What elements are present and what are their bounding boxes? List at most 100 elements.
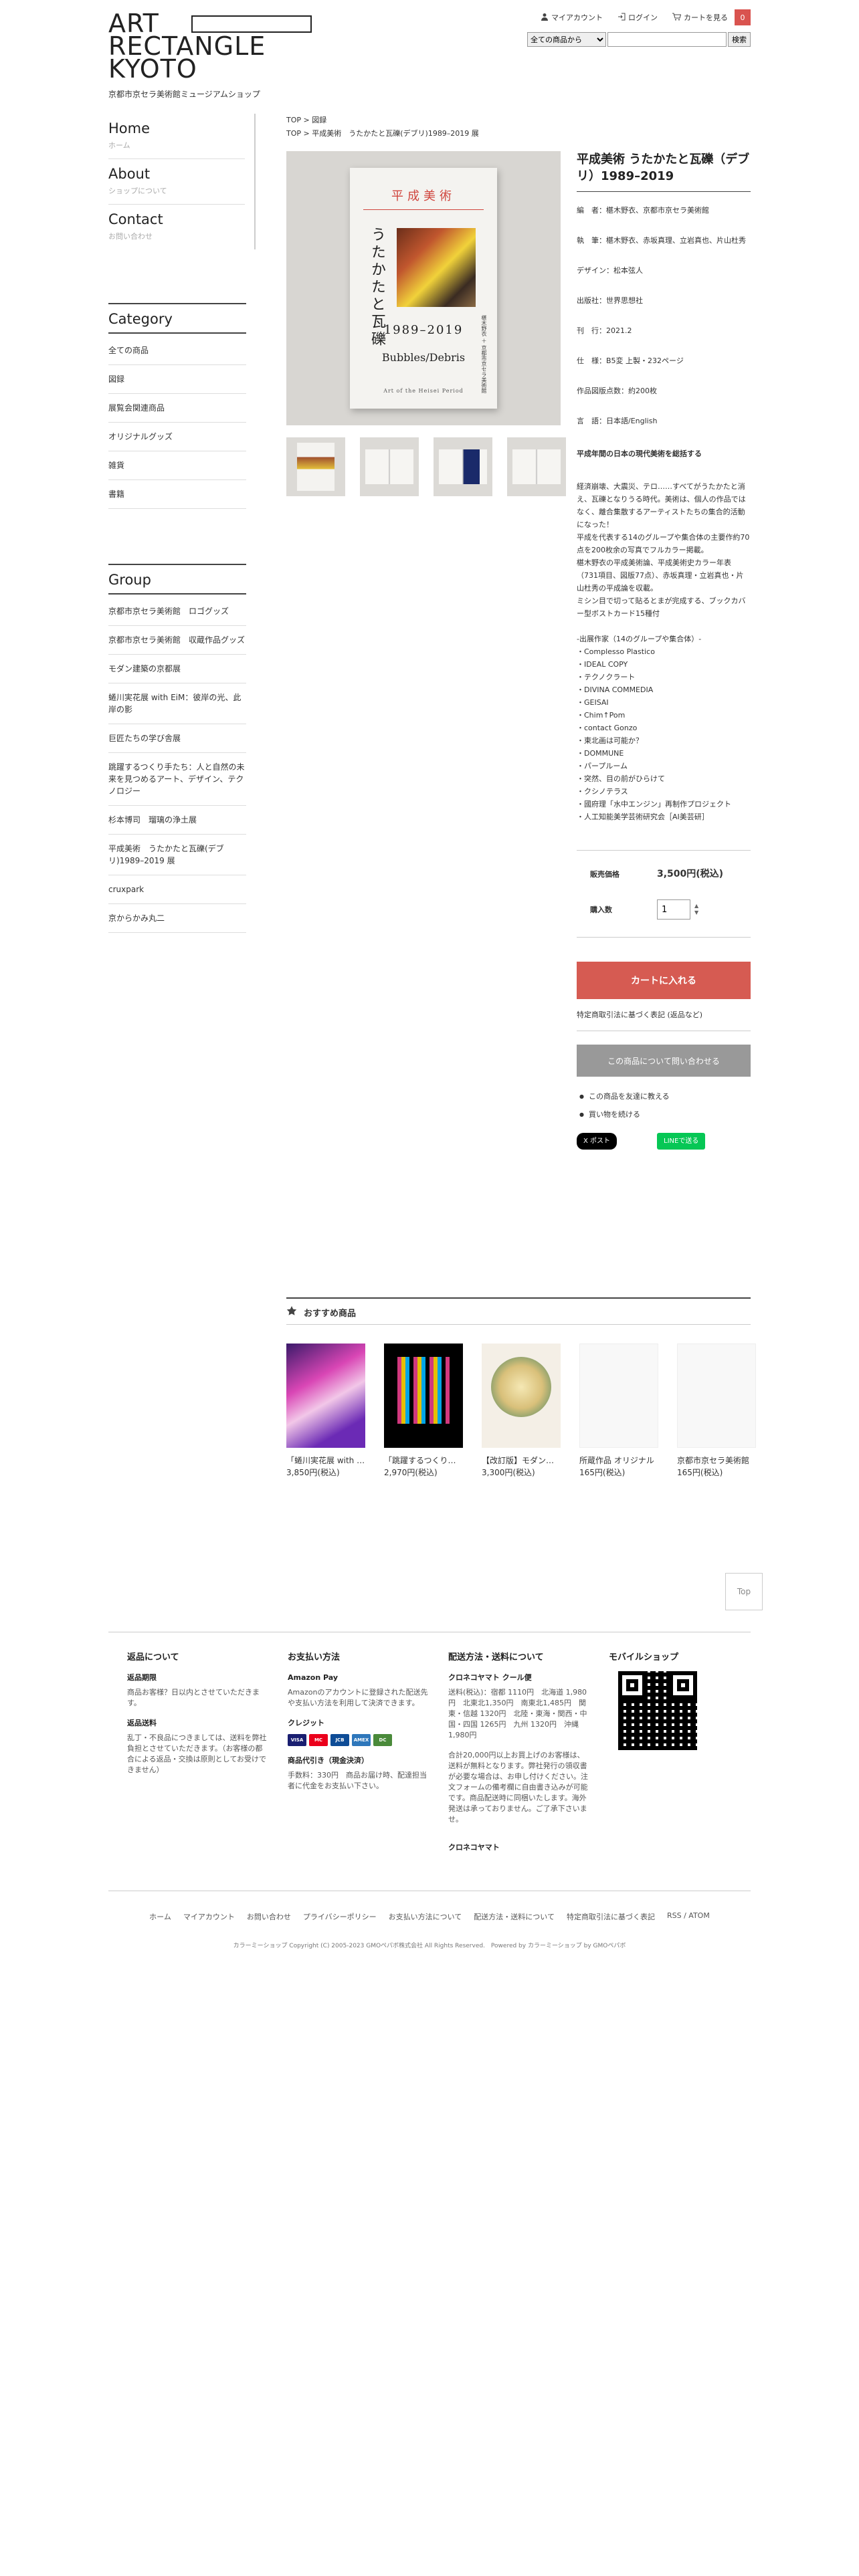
footer-link[interactable]: 特定商取引法に基づく表記 bbox=[567, 1911, 655, 1922]
footer-link[interactable]: お支払い方法について bbox=[389, 1911, 462, 1922]
footer-link[interactable]: RSS / ATOM bbox=[667, 1911, 710, 1922]
account-link[interactable]: マイアカウント bbox=[541, 12, 603, 23]
thumbnail[interactable] bbox=[434, 437, 492, 496]
breadcrumb-group[interactable]: 平成美術 うたかたと瓦礫(デブリ)1989–2019 展 bbox=[312, 129, 479, 138]
credit-card-logos: VISA MC JCB AMEX DC bbox=[288, 1734, 430, 1746]
login-link[interactable]: ログイン bbox=[617, 12, 658, 23]
thumbnail[interactable] bbox=[507, 437, 566, 496]
nav-about[interactable]: About ショップについて bbox=[108, 159, 245, 205]
continue-shopping-link[interactable]: 買い物を続ける bbox=[577, 1105, 751, 1123]
group-item[interactable]: cruxpark bbox=[108, 875, 246, 904]
amex-icon: AMEX bbox=[352, 1734, 371, 1746]
header-links: マイアカウント ログイン カートを見る 0 bbox=[541, 9, 751, 25]
chevron-up-icon[interactable]: ▲ bbox=[694, 903, 698, 909]
page-top-button[interactable]: Top bbox=[725, 1573, 763, 1610]
category-item[interactable]: 全ての商品 bbox=[108, 336, 246, 365]
product-inquiry-button[interactable]: この商品について問い合わせる bbox=[577, 1045, 751, 1077]
recommended-item[interactable]: 所蔵作品 オリジナル 165円(税込) bbox=[579, 1344, 658, 1479]
group-item[interactable]: 蜷川実花展 with EiM：彼岸の光、此岸の影 bbox=[108, 683, 246, 724]
sidebar: Home ホーム About ショップについて Contact お問い合わせ C… bbox=[108, 114, 256, 933]
nav-contact[interactable]: Contact お問い合わせ bbox=[108, 205, 245, 249]
description-heading: 平成年間の日本の現代美術を総括する bbox=[577, 449, 702, 458]
search-category-select[interactable]: 全ての商品から bbox=[527, 32, 606, 47]
price-label: 販売価格 bbox=[590, 870, 619, 879]
thumbnail[interactable] bbox=[360, 437, 419, 496]
breadcrumb-top[interactable]: TOP bbox=[286, 129, 301, 138]
spec-line: 出版社：世界思想社 bbox=[577, 296, 643, 305]
copyright: カラーミーショップ Copyright (C) 2005-2023 GMOペパボ… bbox=[233, 1943, 626, 1949]
product-area: 平成美術 うたかたと瓦礫 椹木野衣 ＋ 京都市京セラ美術館 1989–2019 … bbox=[286, 151, 751, 1368]
shop-subtitle: 京都市京セラ美術館ミュージアムショップ bbox=[108, 90, 260, 99]
product-thumbnail bbox=[384, 1344, 463, 1448]
shop-logo[interactable]: ART RECTANGLE KYOTO 京都市京セラ美術館ミュージアムショップ bbox=[108, 11, 316, 100]
footer-link[interactable]: お問い合わせ bbox=[247, 1911, 291, 1922]
footer-link[interactable]: 配送方法・送料について bbox=[474, 1911, 555, 1922]
product-thumbnail bbox=[579, 1344, 658, 1448]
mastercard-icon: MC bbox=[309, 1734, 328, 1746]
tell-friend-link[interactable]: この商品を友達に教える bbox=[577, 1087, 751, 1105]
category-block: Category 全ての商品 図録 展覧会関連商品 オリジナルグッズ 雑貨 書籍 bbox=[108, 303, 246, 509]
group-item[interactable]: 京都市京セラ美術館 ロゴグッズ bbox=[108, 597, 246, 626]
chevron-down-icon[interactable]: ▼ bbox=[694, 909, 698, 916]
footer-link[interactable]: プライバシーポリシー bbox=[303, 1911, 377, 1922]
recommended-item[interactable]: 「蜷川実花展 with EiM：彼岸の光、此岸の影」 3,850円(税込) bbox=[286, 1344, 365, 1479]
add-to-cart-button[interactable]: カートに入れる bbox=[577, 962, 751, 999]
spec-line: 編 者：椹木野衣、京都市京セラ美術館 bbox=[577, 206, 709, 215]
legal-notice-link[interactable]: 特定商取引法に基づく表記 (返品など) bbox=[577, 1008, 751, 1031]
book-cover: 平成美術 うたかたと瓦礫 椹木野衣 ＋ 京都市京セラ美術館 1989–2019 … bbox=[350, 168, 497, 409]
login-icon bbox=[617, 13, 626, 23]
footer-payment: お支払い方法 Amazon Pay Amazonのアカウントに登録された配送先や… bbox=[269, 1652, 430, 1857]
cart-count-badge: 0 bbox=[735, 9, 751, 25]
search-button[interactable]: 検索 bbox=[728, 32, 751, 47]
breadcrumb-category[interactable]: 図録 bbox=[312, 116, 326, 124]
recommended-item[interactable]: 【改訂版】モダン建築の京都 3,300円(税込) bbox=[482, 1344, 561, 1479]
spec-line: 執 筆：椹木野衣、赤坂真理、立岩真也、片山杜秀 bbox=[577, 236, 746, 245]
spec-line: 言 語：日本語/English bbox=[577, 417, 658, 425]
recommended-item[interactable]: 「跳躍するつくり手たち」 2,970円(税込) bbox=[384, 1344, 463, 1479]
person-icon bbox=[541, 13, 549, 23]
thumbnail[interactable] bbox=[286, 437, 345, 496]
nav-home[interactable]: Home ホーム bbox=[108, 114, 245, 159]
quantity-input[interactable] bbox=[657, 899, 690, 920]
cart-icon bbox=[672, 13, 682, 23]
group-item[interactable]: 平成美術 うたかたと瓦礫(デブリ)1989–2019 展 bbox=[108, 835, 246, 875]
quantity-stepper[interactable]: ▲ ▼ bbox=[694, 903, 698, 916]
logo-line-3: KYOTO bbox=[108, 54, 197, 84]
x-post-button[interactable]: X ポスト bbox=[577, 1133, 617, 1150]
spec-line: 仕 様：B5変 上製・232ページ bbox=[577, 356, 684, 365]
group-item[interactable]: モダン建築の京都展 bbox=[108, 655, 246, 683]
group-item[interactable]: 京都市京セラ美術館 収蔵作品グッズ bbox=[108, 626, 246, 655]
search-input[interactable] bbox=[607, 32, 727, 47]
footer-mobile: モバイルショップ bbox=[590, 1652, 751, 1857]
group-item[interactable]: 京からかみ丸二 bbox=[108, 904, 246, 933]
category-item[interactable]: オリジナルグッズ bbox=[108, 423, 246, 451]
group-item[interactable]: 跳躍するつくり手たち：人と自然の未来を見つめるアート、デザイン、テクノロジー bbox=[108, 753, 246, 806]
logo-text: ART RECTANGLE KYOTO bbox=[108, 11, 316, 84]
footer-link[interactable]: マイアカウント bbox=[183, 1911, 235, 1922]
breadcrumb: TOP > 図録 TOP > 平成美術 うたかたと瓦礫(デブリ)1989–201… bbox=[286, 116, 479, 138]
line-share-button[interactable]: LINEで送る bbox=[657, 1133, 706, 1150]
group-block: Group 京都市京セラ美術館 ロゴグッズ 京都市京セラ美術館 収蔵作品グッズ … bbox=[108, 564, 246, 933]
group-item[interactable]: 杉本博司 瑠璃の浄土展 bbox=[108, 806, 246, 835]
category-item[interactable]: 展覧会関連商品 bbox=[108, 394, 246, 423]
cart-link[interactable]: カートを見る 0 bbox=[672, 9, 751, 25]
global-nav: Home ホーム About ショップについて Contact お問い合わせ bbox=[108, 114, 256, 249]
logo-rectangle bbox=[191, 15, 312, 33]
group-title: Group bbox=[108, 564, 246, 595]
recommended-item[interactable]: 京都市京セラ美術館 165円(税込) bbox=[677, 1344, 756, 1479]
main-content: TOP > 図録 TOP > 平成美術 うたかたと瓦礫(デブリ)1989–201… bbox=[286, 114, 751, 1368]
group-item[interactable]: 巨匠たちの学び舎展 bbox=[108, 724, 246, 753]
spec-line: 刊 行：2021.2 bbox=[577, 326, 632, 335]
spec-line: 作品図版点数：約200枚 bbox=[577, 387, 657, 395]
footer-nav: ホーム マイアカウント お問い合わせ プライバシーポリシー お支払い方法について… bbox=[108, 1891, 751, 1922]
breadcrumb-top[interactable]: TOP bbox=[286, 116, 301, 124]
quantity-label: 購入数 bbox=[590, 905, 612, 914]
footer-link[interactable]: ホーム bbox=[149, 1911, 171, 1922]
category-item[interactable]: 図録 bbox=[108, 365, 246, 394]
product-main-image[interactable]: 平成美術 うたかたと瓦礫 椹木野衣 ＋ 京都市京セラ美術館 1989–2019 … bbox=[286, 151, 561, 425]
product-title: 平成美術 うたかたと瓦礫（デブリ）1989–2019 bbox=[577, 151, 751, 192]
category-item[interactable]: 雑貨 bbox=[108, 451, 246, 480]
category-item[interactable]: 書籍 bbox=[108, 480, 246, 509]
recommended-heading: おすすめ商品 bbox=[286, 1297, 751, 1325]
recommended-products: おすすめ商品 「蜷川実花展 with EiM：彼岸の光、此岸の影」 3,850円… bbox=[286, 1297, 756, 1479]
